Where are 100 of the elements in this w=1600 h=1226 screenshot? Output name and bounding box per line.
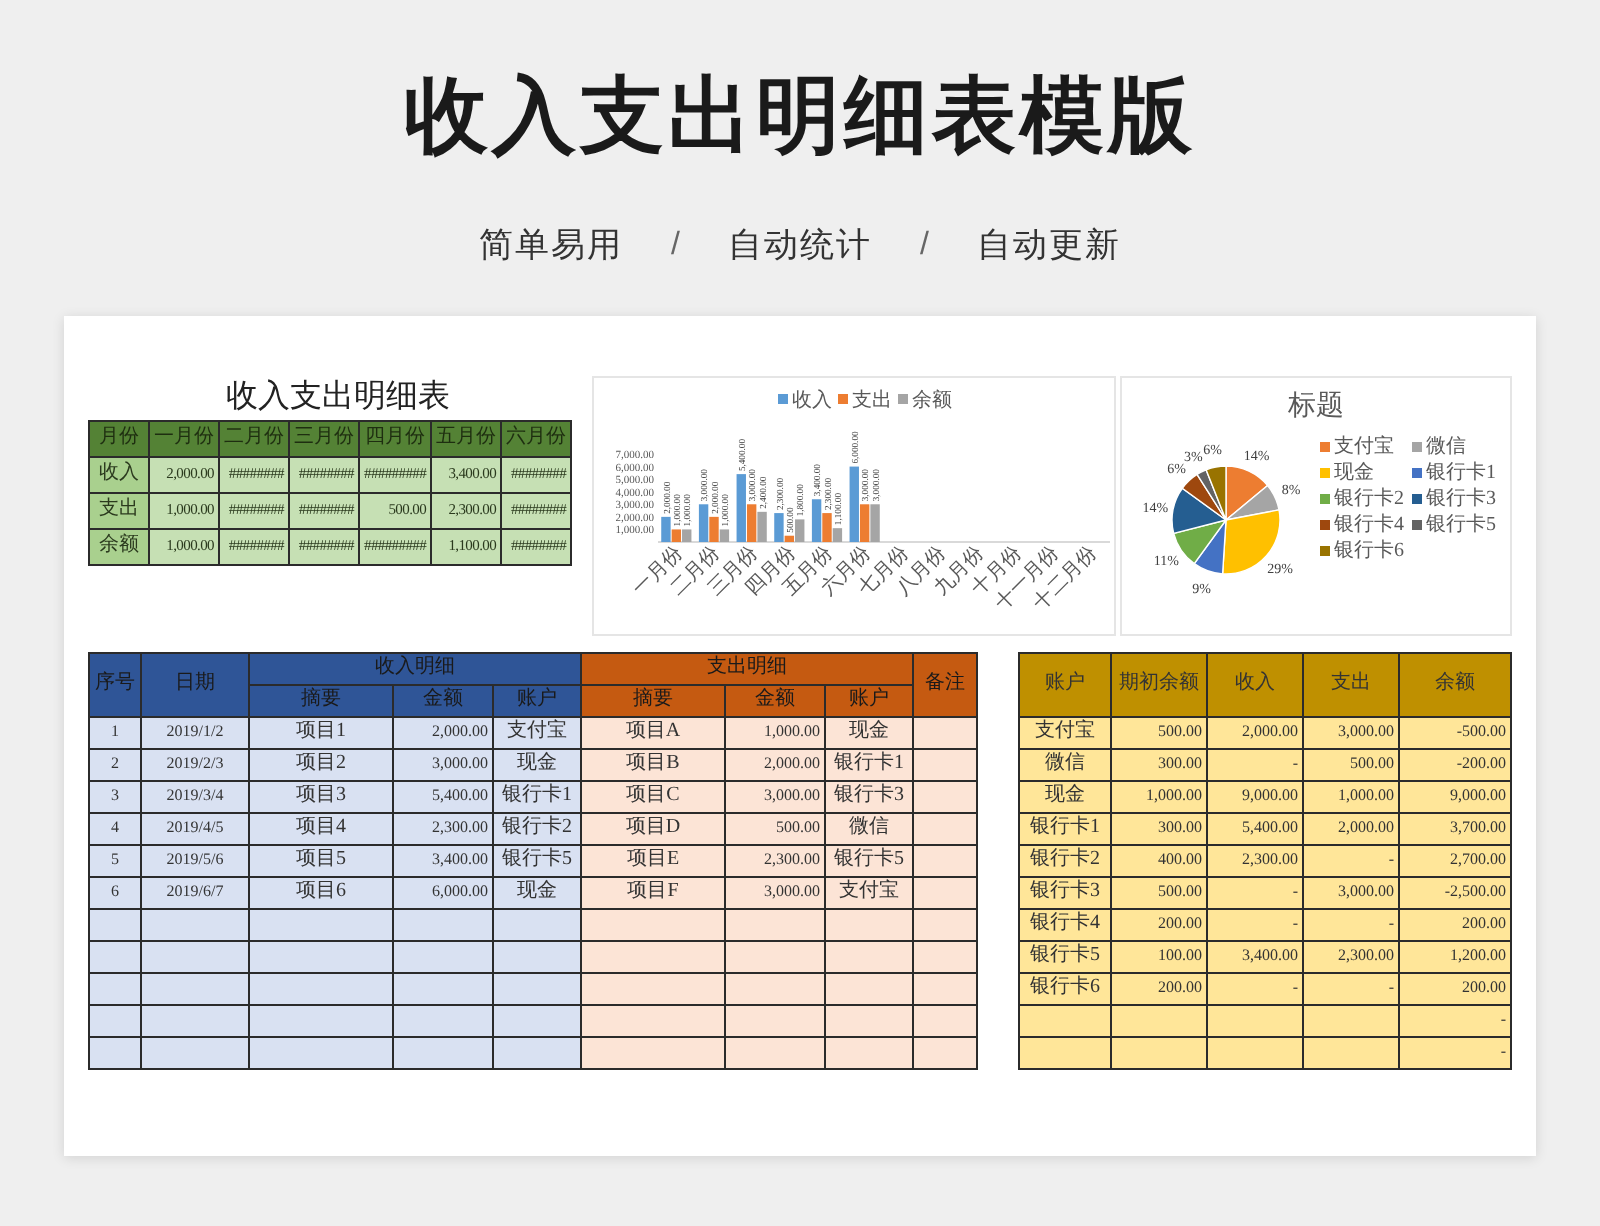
page-title: 收入支出明细表模版 (404, 66, 1196, 166)
table-cell: 银行卡2 (493, 812, 581, 844)
table-cell: 1,000.00 (725, 716, 825, 748)
column-header: 摘要 (581, 684, 725, 716)
table-cell: - (1303, 844, 1399, 876)
table-cell: - (1399, 1036, 1511, 1068)
column-header: 摘要 (249, 684, 393, 716)
table-cell: -2,500.00 (1399, 876, 1511, 908)
column-header: 金额 (725, 684, 825, 716)
legend-swatch (1320, 545, 1330, 555)
chart-title: 标题 (1288, 389, 1344, 425)
column-header: 收入 (1207, 652, 1303, 716)
table-cell: 项目E (581, 844, 725, 876)
table-cell: 2019/2/3 (141, 748, 249, 780)
table-cell: 2,000.00 (393, 716, 493, 748)
legend-label: 银行卡3 (1426, 485, 1496, 511)
table-cell: 500.00 (1111, 716, 1207, 748)
table-cell: 项目A (581, 716, 725, 748)
column-header: 余额 (1399, 652, 1511, 716)
table-cell: 3,000.00 (1303, 876, 1399, 908)
table-cell: 银行卡1 (825, 748, 913, 780)
table-cell: 4 (89, 812, 141, 844)
table-cell: 5 (89, 844, 141, 876)
table-cell: 2,300.00 (1303, 940, 1399, 972)
table-cell: 3,000.00 (725, 780, 825, 812)
legend-label: 现金 (1334, 459, 1374, 485)
table-cell: 现金 (825, 716, 913, 748)
legend-item: 支出 (838, 389, 892, 411)
legend-swatch (1320, 467, 1330, 477)
column-header: 账户 (825, 684, 913, 716)
column-header: 四月份 (359, 420, 432, 456)
table-cell: 项目D (581, 812, 725, 844)
column-header: 备注 (913, 652, 977, 716)
column-header: 五月份 (431, 420, 502, 456)
legend-item: 收入 (778, 389, 832, 411)
table-cell: 300.00 (1111, 748, 1207, 780)
legend-label: 收入 (792, 387, 832, 411)
table-cell: -500.00 (1399, 716, 1511, 748)
legend-label: 支付宝 (1334, 433, 1394, 459)
row-header: 余额 (89, 528, 149, 564)
column-header: 月份 (89, 420, 149, 456)
table-cell: 1,000.00 (1111, 780, 1207, 812)
table-cell: 9,000.00 (1207, 780, 1303, 812)
column-header: 账户 (493, 684, 581, 716)
table-cell: 项目C (581, 780, 725, 812)
column-header: 六月份 (501, 420, 572, 456)
table-cell: 2,000.00 (1303, 812, 1399, 844)
table-cell: 2,300.00 (393, 812, 493, 844)
table-cell: - (1207, 908, 1303, 940)
column-header: 金额 (393, 684, 493, 716)
table-cell: 微信 (1019, 748, 1111, 780)
table-cell: 500.00 (725, 812, 825, 844)
legend-swatch (1412, 519, 1422, 529)
table-cell: - (1207, 748, 1303, 780)
row-header: 收入 (89, 456, 149, 492)
legend-label: 银行卡5 (1426, 511, 1496, 537)
table-cell: 银行卡5 (1019, 940, 1111, 972)
legend-label: 银行卡4 (1334, 511, 1404, 537)
legend-label: 银行卡1 (1426, 459, 1496, 485)
table-cell: 500.00 (1303, 748, 1399, 780)
table-cell: 现金 (493, 876, 581, 908)
table-cell: 银行卡4 (1019, 908, 1111, 940)
table-cell: 2019/6/7 (141, 876, 249, 908)
table-cell: 3,700.00 (1399, 812, 1511, 844)
table-cell: 3,400.00 (1207, 940, 1303, 972)
legend-swatch (1412, 441, 1422, 451)
table-cell: 银行卡5 (825, 844, 913, 876)
table-cell: 5,400.00 (393, 780, 493, 812)
legend-label: 余额 (912, 387, 952, 411)
table-cell: 现金 (493, 748, 581, 780)
column-header: 一月份 (149, 420, 219, 456)
column-header: 账户 (1019, 652, 1111, 716)
column-header: 收入明细 (249, 652, 581, 684)
table-cell: 项目6 (249, 876, 393, 908)
column-header: 支出明细 (581, 652, 913, 684)
table-cell: 500.00 (1111, 876, 1207, 908)
table-cell: 2 (89, 748, 141, 780)
table-cell: 5,400.00 (1207, 812, 1303, 844)
table-cell: 3,000.00 (725, 876, 825, 908)
table-cell: 3,000.00 (1303, 716, 1399, 748)
table-cell: 银行卡3 (825, 780, 913, 812)
legend-swatch (1412, 467, 1422, 477)
legend-item: 余额 (898, 389, 952, 411)
table-cell: - (1207, 876, 1303, 908)
row-header: 支出 (89, 492, 149, 528)
table-cell: 2,300.00 (725, 844, 825, 876)
legend-label: 支出 (852, 387, 892, 411)
feature-label: 自动更新 (976, 224, 1121, 268)
legend-swatch (1320, 519, 1330, 529)
table-cell: 400.00 (1111, 844, 1207, 876)
table-cell: 银行卡5 (493, 844, 581, 876)
table-cell: 2,000.00 (1207, 716, 1303, 748)
table-cell: 现金 (1019, 780, 1111, 812)
table-cell: 银行卡6 (1019, 972, 1111, 1004)
table-cell: 9,000.00 (1399, 780, 1511, 812)
table-cell: - (1303, 908, 1399, 940)
separator: / (671, 225, 680, 266)
table-cell: - (1303, 972, 1399, 1004)
table-cell: 项目3 (249, 780, 393, 812)
table-cell: 2019/1/2 (141, 716, 249, 748)
